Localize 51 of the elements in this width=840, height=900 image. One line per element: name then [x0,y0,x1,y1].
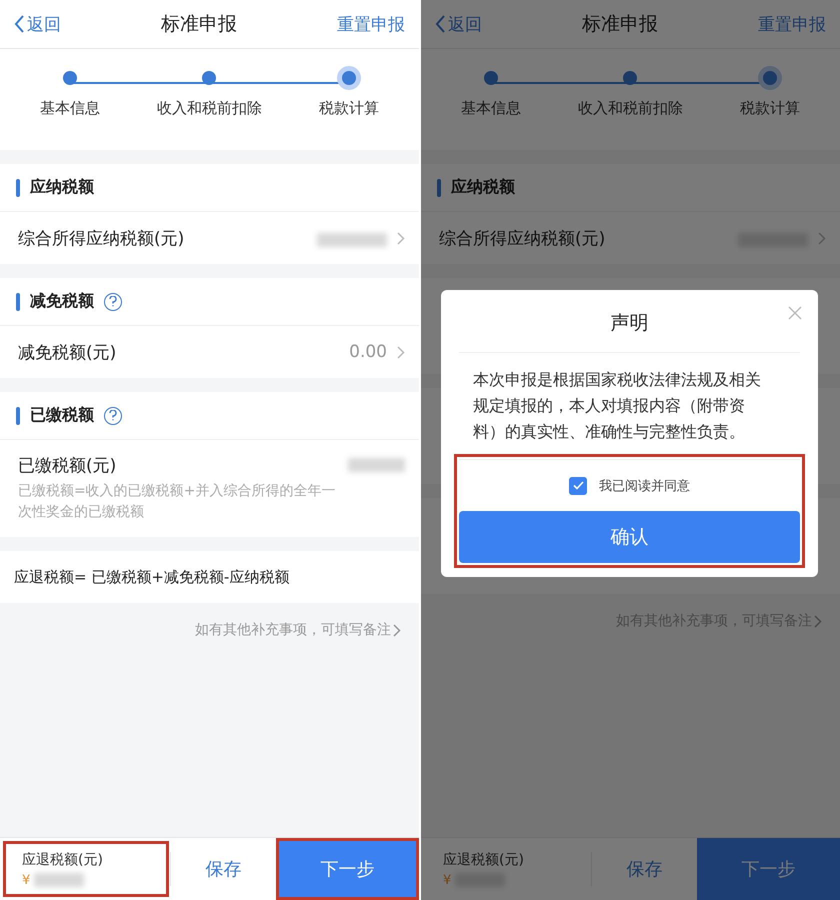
row-value: 0.00 [349,342,387,362]
chevron-left-icon [435,15,446,33]
reset-link[interactable]: 重置申报 [337,12,405,36]
agree-label: 我已阅读并同意 [599,478,690,494]
chevron-right-icon [818,232,826,244]
help-icon[interactable] [104,406,122,424]
section-title: 应纳税额 [451,177,515,198]
section-marker [16,406,20,424]
next-button[interactable]: 下一步 [697,838,840,900]
back-link[interactable]: 返回 [435,12,482,36]
chevron-right-icon [397,346,405,358]
back-label[interactable]: 返回 [27,12,61,36]
row-note: 已缴税额=收入的已缴税额+并入综合所得的全年一次性奖金的已缴税额 [18,482,336,522]
row-label: 已缴税额(元) [18,455,118,477]
next-button[interactable]: 下一步 [276,838,419,900]
step-label: 基本信息 [460,99,521,118]
currency-symbol: ¥ [443,872,452,888]
section-title: 减免税额 [30,291,94,312]
chevron-left-icon [14,15,25,33]
formula-text: 应退税额= 已缴税额+减免税额-应纳税额 [0,551,419,603]
step-label: 收入和税前扣除 [578,99,683,118]
statement-text: 本次申报是根据国家税收法律法规及相关规定填报的，本人对填报内容（附带资料）的真实性、准确性与完整性负责。 [473,369,762,443]
section-marker [16,292,20,310]
step-label: 收入和税前扣除 [156,99,262,118]
section-marker [16,178,20,196]
blurred-value [34,873,84,887]
page-title: 标准申报 [161,12,237,37]
step-label: 税款计算 [319,99,380,118]
section-marker [437,178,441,196]
row-label: 综合所得应纳税额(元) [439,228,606,250]
agree-checkbox[interactable] [569,476,587,494]
section-title: 已缴税额 [30,405,94,426]
chevron-right-icon [814,614,822,628]
chevron-right-icon [393,624,401,636]
chevron-right-icon [397,232,405,244]
page-title: 标准申报 [582,12,658,37]
back-link[interactable]: 返回 [14,12,61,36]
row-label: 减免税额(元) [18,342,118,364]
section-title: 应纳税额 [30,177,94,198]
dialog-title: 声明 [610,311,648,336]
total-label: 应退税额(元) [443,850,525,868]
confirm-button[interactable]: 确认 [459,511,800,563]
help-icon[interactable] [104,292,122,310]
step-label: 基本信息 [40,99,100,118]
reset-link[interactable]: 重置申报 [758,12,826,36]
total-label: 应退税额(元) [22,850,104,868]
currency-symbol: ¥ [22,872,30,888]
back-label[interactable]: 返回 [448,12,482,36]
row-label: 综合所得应纳税额(元) [18,228,186,250]
check-icon [572,481,584,490]
step-label: 税款计算 [740,99,800,118]
